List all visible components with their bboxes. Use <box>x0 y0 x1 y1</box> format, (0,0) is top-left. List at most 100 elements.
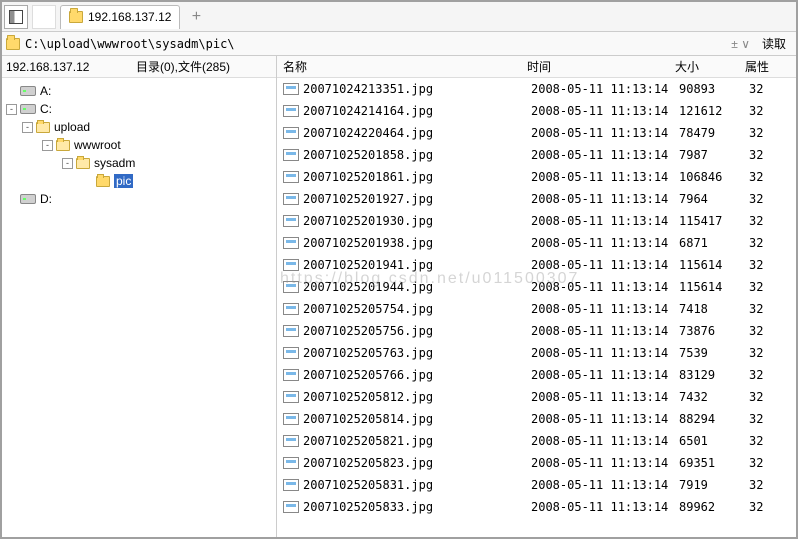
file-attr: 32 <box>749 104 789 118</box>
file-time: 2008-05-11 11:13:14 <box>531 368 679 382</box>
panel-toggle-button[interactable] <box>4 5 28 29</box>
folder-icon <box>96 176 110 187</box>
file-attr: 32 <box>749 368 789 382</box>
tree-item[interactable]: -wwwroot <box>2 136 276 154</box>
tree-item[interactable]: D: <box>2 190 276 208</box>
table-row[interactable]: 20071025201858.jpg2008-05-11 11:13:14798… <box>277 144 796 166</box>
file-name: 20071025201944.jpg <box>303 280 531 294</box>
tree-item[interactable]: -C: <box>2 100 276 118</box>
file-time: 2008-05-11 11:13:14 <box>531 302 679 316</box>
file-size: 73876 <box>679 324 749 338</box>
path-text[interactable]: C:\upload\wwwroot\sysadm\pic\ <box>25 37 235 51</box>
collapse-icon[interactable]: - <box>62 158 73 169</box>
table-row[interactable]: 20071025205833.jpg2008-05-11 11:13:14899… <box>277 496 796 518</box>
file-attr: 32 <box>749 82 789 96</box>
table-row[interactable]: 20071025205754.jpg2008-05-11 11:13:14741… <box>277 298 796 320</box>
image-file-icon <box>283 479 299 491</box>
file-attr: 32 <box>749 192 789 206</box>
main: 192.168.137.12 目录(0),文件(285) A:-C:-uploa… <box>2 56 796 537</box>
read-button[interactable]: 读取 <box>756 35 792 52</box>
table-row[interactable]: 20071025201941.jpg2008-05-11 11:13:14115… <box>277 254 796 276</box>
folder-icon <box>76 158 90 169</box>
file-time: 2008-05-11 11:13:14 <box>531 192 679 206</box>
tree-item[interactable]: A: <box>2 82 276 100</box>
image-file-icon <box>283 193 299 205</box>
table-row[interactable]: 20071024220464.jpg2008-05-11 11:13:14784… <box>277 122 796 144</box>
file-size: 7987 <box>679 148 749 162</box>
table-row[interactable]: 20071025205831.jpg2008-05-11 11:13:14791… <box>277 474 796 496</box>
file-attr: 32 <box>749 412 789 426</box>
collapse-icon[interactable]: - <box>42 140 53 151</box>
file-name: 20071025201927.jpg <box>303 192 531 206</box>
folder-icon <box>6 38 20 50</box>
col-header-attr[interactable]: 属性 <box>745 58 785 75</box>
table-row[interactable]: 20071024213351.jpg2008-05-11 11:13:14908… <box>277 78 796 100</box>
file-time: 2008-05-11 11:13:14 <box>531 170 679 184</box>
tree-item[interactable]: -sysadm <box>2 154 276 172</box>
file-time: 2008-05-11 11:13:14 <box>531 434 679 448</box>
file-time: 2008-05-11 11:13:14 <box>531 280 679 294</box>
file-name: 20071025205814.jpg <box>303 412 531 426</box>
col-header-time[interactable]: 时间 <box>527 58 675 75</box>
tree-item-label: A: <box>40 84 51 98</box>
file-attr: 32 <box>749 478 789 492</box>
file-size: 6501 <box>679 434 749 448</box>
file-attr: 32 <box>749 214 789 228</box>
file-size: 88294 <box>679 412 749 426</box>
file-name: 20071025205833.jpg <box>303 500 531 514</box>
file-name: 20071025201930.jpg <box>303 214 531 228</box>
file-name: 20071025205821.jpg <box>303 434 531 448</box>
window: 192.168.137.12 + C:\upload\wwwroot\sysad… <box>0 0 798 539</box>
col-header-name[interactable]: 名称 <box>277 58 527 75</box>
table-row[interactable]: 20071025201938.jpg2008-05-11 11:13:14687… <box>277 232 796 254</box>
tree-item[interactable]: pic <box>2 172 276 190</box>
table-row[interactable]: 20071025205766.jpg2008-05-11 11:13:14831… <box>277 364 796 386</box>
image-file-icon <box>283 435 299 447</box>
file-name: 20071024214164.jpg <box>303 104 531 118</box>
file-size: 83129 <box>679 368 749 382</box>
file-attr: 32 <box>749 324 789 338</box>
file-size: 115417 <box>679 214 749 228</box>
path-bar: C:\upload\wwwroot\sysadm\pic\ ± ∨ 读取 <box>2 32 796 56</box>
col-header-size[interactable]: 大小 <box>675 58 745 75</box>
table-row[interactable]: 20071024214164.jpg2008-05-11 11:13:14121… <box>277 100 796 122</box>
table-row[interactable]: 20071025205821.jpg2008-05-11 11:13:14650… <box>277 430 796 452</box>
table-row[interactable]: 20071025201930.jpg2008-05-11 11:13:14115… <box>277 210 796 232</box>
table-row[interactable]: 20071025205814.jpg2008-05-11 11:13:14882… <box>277 408 796 430</box>
image-file-icon <box>283 237 299 249</box>
collapse-icon[interactable]: - <box>22 122 33 133</box>
tab-title: 192.168.137.12 <box>88 10 171 24</box>
table-row[interactable]: 20071025201861.jpg2008-05-11 11:13:14106… <box>277 166 796 188</box>
table-row[interactable]: 20071025205756.jpg2008-05-11 11:13:14738… <box>277 320 796 342</box>
file-attr: 32 <box>749 346 789 360</box>
file-size: 7539 <box>679 346 749 360</box>
file-name: 20071024220464.jpg <box>303 126 531 140</box>
file-name: 20071025205756.jpg <box>303 324 531 338</box>
tree-item-label: pic <box>114 174 133 188</box>
file-name: 20071025201938.jpg <box>303 236 531 250</box>
image-file-icon <box>283 215 299 227</box>
folder-icon <box>69 11 83 23</box>
file-attr: 32 <box>749 126 789 140</box>
file-size: 121612 <box>679 104 749 118</box>
table-row[interactable]: 20071025205763.jpg2008-05-11 11:13:14753… <box>277 342 796 364</box>
file-size: 90893 <box>679 82 749 96</box>
path-dropdown-button[interactable]: ± ∨ <box>725 37 756 51</box>
file-size: 115614 <box>679 258 749 272</box>
add-tab-button[interactable]: + <box>186 8 206 26</box>
table-row[interactable]: 20071025205812.jpg2008-05-11 11:13:14743… <box>277 386 796 408</box>
table-row[interactable]: 20071025205823.jpg2008-05-11 11:13:14693… <box>277 452 796 474</box>
collapse-icon[interactable]: - <box>6 104 17 115</box>
drive-icon <box>20 194 36 204</box>
table-row[interactable]: 20071025201927.jpg2008-05-11 11:13:14796… <box>277 188 796 210</box>
tab-active[interactable]: 192.168.137.12 <box>60 5 180 29</box>
file-time: 2008-05-11 11:13:14 <box>531 126 679 140</box>
file-time: 2008-05-11 11:13:14 <box>531 324 679 338</box>
table-row[interactable]: 20071025201944.jpg2008-05-11 11:13:14115… <box>277 276 796 298</box>
file-size: 6871 <box>679 236 749 250</box>
file-time: 2008-05-11 11:13:14 <box>531 500 679 514</box>
sidebar-summary: 目录(0),文件(285) <box>136 58 230 75</box>
file-list: 名称 时间 大小 属性 20071024213351.jpg2008-05-11… <box>277 56 796 537</box>
image-file-icon <box>283 127 299 139</box>
tree-item[interactable]: -upload <box>2 118 276 136</box>
